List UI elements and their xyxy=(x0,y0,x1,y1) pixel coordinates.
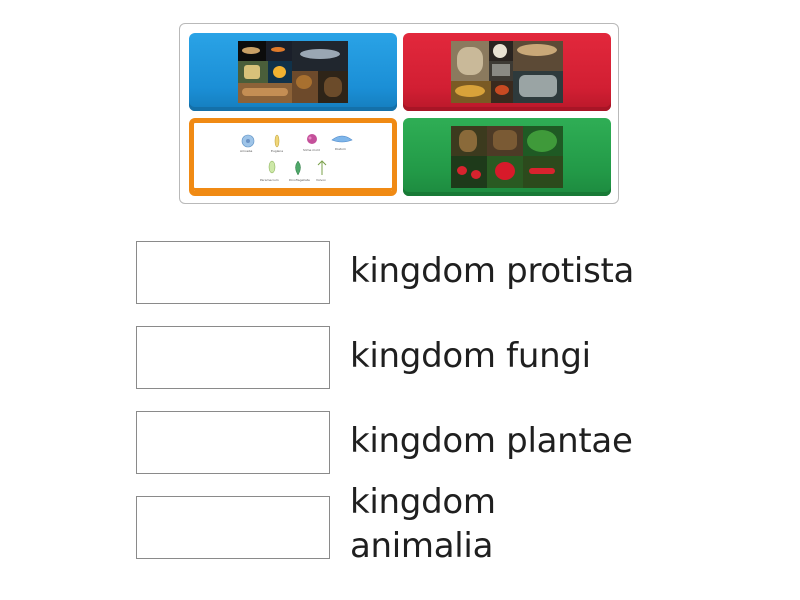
drop-zone-fungi[interactable] xyxy=(136,326,330,389)
animal-collage-image xyxy=(238,41,348,103)
label-kingdom-plantae: kingdom plantae xyxy=(350,421,633,461)
tile-tray: Amoeba Euglena Slime mold Diatom Paramec… xyxy=(179,23,619,204)
drop-zone-animalia[interactable] xyxy=(136,496,330,559)
drop-zone-protista[interactable] xyxy=(136,241,330,304)
tile-animalia[interactable] xyxy=(189,33,397,111)
protista-diagram-image: Amoeba Euglena Slime mold Diatom Paramec… xyxy=(194,123,392,191)
label-kingdom-fungi: kingdom fungi xyxy=(350,336,591,376)
drop-zone-plantae[interactable] xyxy=(136,411,330,474)
label-kingdom-animalia: kingdom animalia xyxy=(350,482,496,566)
fungi-collage-image xyxy=(451,41,563,103)
tile-protista[interactable]: Amoeba Euglena Slime mold Diatom Paramec… xyxy=(189,118,397,196)
label-kingdom-protista: kingdom protista xyxy=(350,251,635,291)
tile-plantae[interactable] xyxy=(403,118,611,196)
matching-activity: Amoeba Euglena Slime mold Diatom Paramec… xyxy=(0,0,800,600)
plant-collage-image xyxy=(451,126,563,188)
tile-fungi[interactable] xyxy=(403,33,611,111)
